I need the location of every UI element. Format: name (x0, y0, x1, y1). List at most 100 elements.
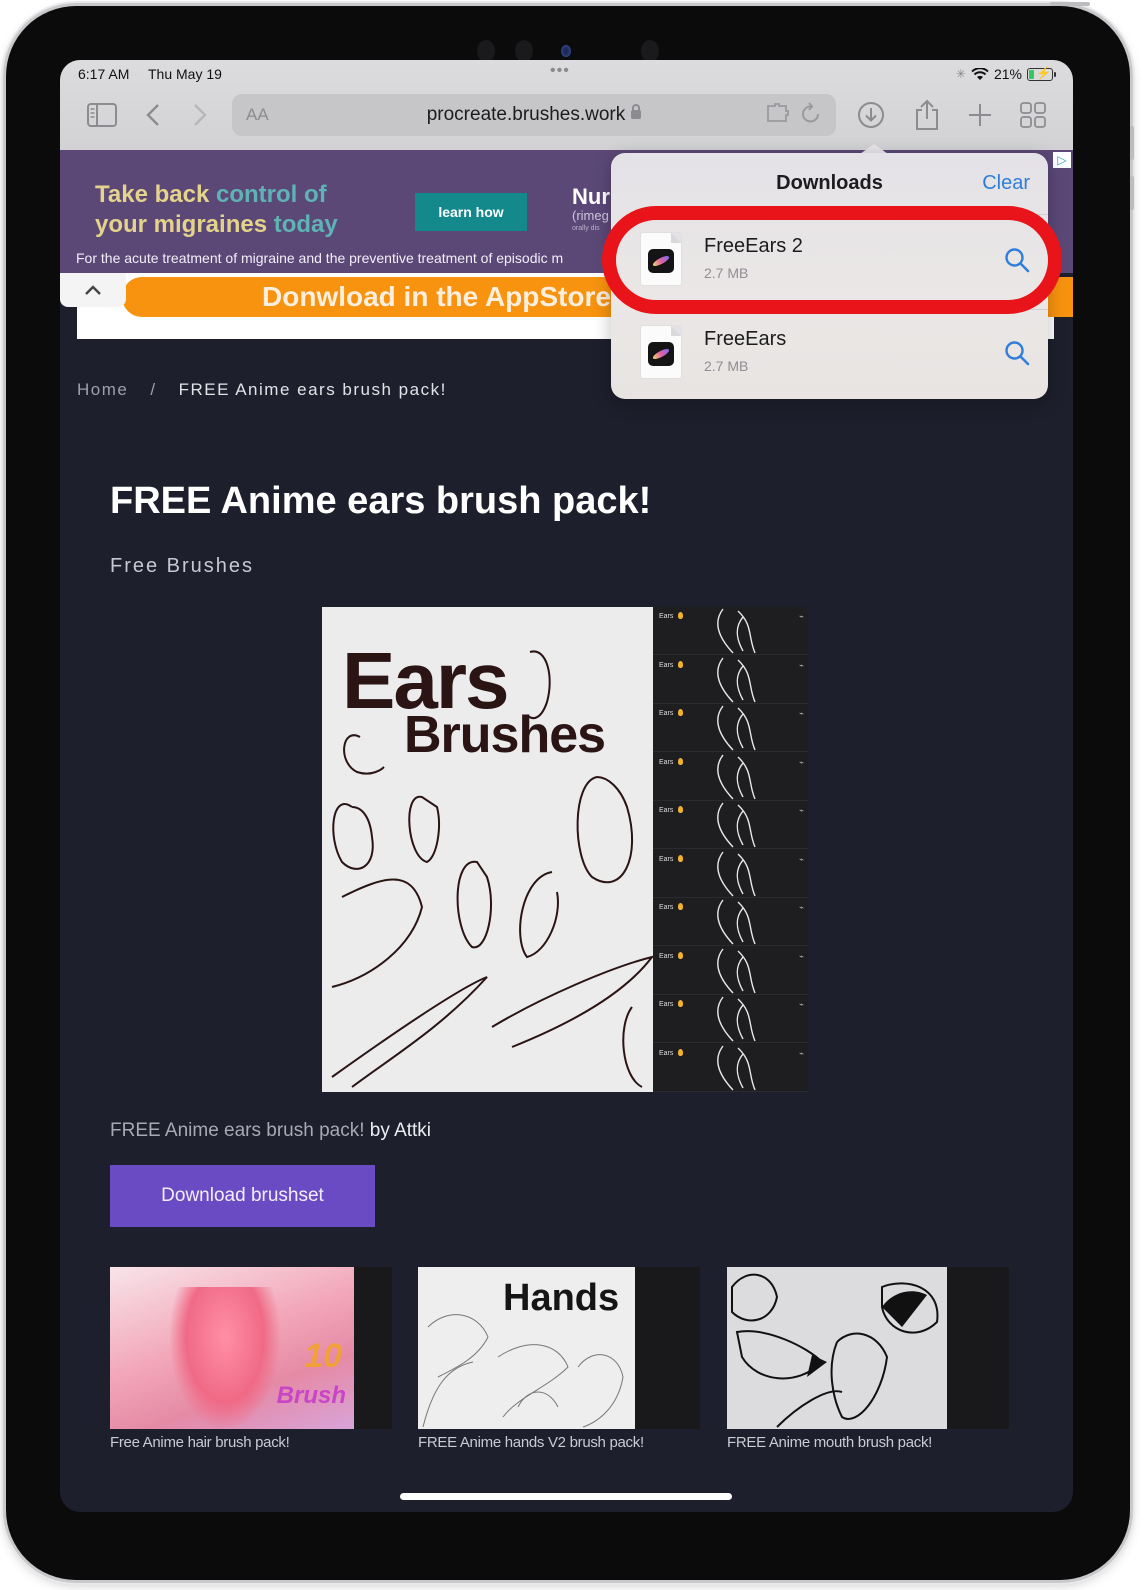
download-item[interactable]: FreeEars 2.7 MB (611, 310, 1048, 402)
download-item-name: FreeEars 2 (704, 235, 803, 257)
volume-up-button (1130, 126, 1134, 160)
clear-downloads-button[interactable]: Clear (982, 172, 1030, 195)
mouth-sketch-illustration (731, 1273, 939, 1428)
brush-stroke-preview (717, 705, 756, 751)
ad-headline-part: your migraines (95, 211, 274, 238)
ad-learn-how-button[interactable]: learn how (415, 193, 527, 231)
brush-row-label: Ears (659, 807, 674, 814)
show-in-files-icon[interactable] (1004, 247, 1030, 273)
related-thumbnail[interactable] (727, 1267, 1009, 1429)
related-card-hair[interactable]: 10 Brush Free Anime hair brush pack! (110, 1267, 392, 1451)
brush-stroke-icon: ⌁ (799, 1048, 804, 1058)
procreate-file-icon (641, 326, 681, 378)
credit-author[interactable]: by Attki (370, 1120, 431, 1141)
status-bar: 6:17 AM Thu May 19 ••• ✳ 21% ⚡ (60, 62, 1073, 84)
ad-headline-part: today (273, 211, 338, 238)
procreate-file-icon (641, 233, 681, 285)
brush-row-label: Ears (659, 613, 674, 620)
forward-icon (194, 104, 207, 126)
download-item-size: 2.7 MB (704, 358, 749, 374)
volume-down-button (1130, 176, 1134, 210)
brush-library-row: Ears ⌁ (653, 850, 808, 898)
sidebar-toggle-button[interactable] (85, 98, 119, 132)
back-button[interactable] (143, 98, 163, 132)
top-button (1050, 2, 1090, 6)
download-item[interactable]: FreeEars 2 2.7 MB (611, 217, 1048, 309)
home-indicator[interactable] (400, 1493, 732, 1500)
brush-stroke-icon: ⌁ (799, 854, 804, 864)
hands-cover-art: Hands (418, 1267, 635, 1429)
brush-stroke-preview (717, 657, 756, 702)
mouth-brush-strip (947, 1267, 1009, 1429)
sensor-icon (477, 40, 495, 62)
breadcrumb-home-link[interactable]: Home (77, 380, 128, 399)
status-indicators: ✳ 21% ⚡ (956, 65, 1056, 82)
download-brushset-button[interactable]: Download brushset (110, 1165, 375, 1227)
brush-stroke-preview (717, 754, 756, 799)
credit-line: FREE Anime ears brush pack! by Attki (110, 1120, 431, 1142)
ear-emoji-icon (678, 1000, 683, 1007)
extension-button[interactable] (766, 103, 790, 129)
procreate-app-icon (648, 342, 674, 366)
ad-headline-part: Take back (95, 181, 216, 208)
collapse-ad-button[interactable] (60, 273, 126, 307)
brush-library-row: Ears ⌁ (653, 898, 808, 946)
related-thumbnail[interactable]: 10 Brush (110, 1267, 392, 1429)
tab-overview-icon (1020, 102, 1046, 128)
brush-row-label: Ears (659, 710, 674, 717)
related-card-hands[interactable]: Hands FREE Anime hands V2 brush pack! (418, 1267, 700, 1451)
ad-disclaimer: For the acute treatment of migraine and … (76, 250, 564, 266)
front-camera-icon (561, 45, 571, 57)
multitasking-dots[interactable]: ••• (550, 62, 570, 80)
hair-cover-number: 10 (304, 1337, 342, 1375)
hero-brush-library: Ears ⌁ Ears ⌁ Ears ⌁ Ears ⌁ Ears ⌁ Ears ⌁ Ears ⌁ Ears ⌁… (653, 607, 808, 1092)
battery-icon: ⚡ (1027, 65, 1056, 81)
extension-icon (767, 103, 789, 122)
brush-library-row: Ears ⌁ (653, 995, 808, 1043)
ad-brand: Nur (572, 184, 610, 209)
address-bar[interactable]: AA procreate.brushes.work (232, 94, 836, 136)
brush-stroke-preview (717, 851, 756, 896)
charging-bolt-icon: ⚡ (1036, 65, 1051, 80)
brush-library-row: Ears ⌁ (653, 947, 808, 995)
breadcrumb: Home / FREE Anime ears brush pack! (77, 380, 447, 400)
ear-emoji-icon (678, 854, 683, 862)
share-button[interactable] (912, 98, 942, 132)
brush-stroke-icon: ⌁ (799, 660, 804, 670)
reload-icon (802, 102, 819, 123)
related-thumbnail[interactable]: Hands (418, 1267, 700, 1429)
brush-row-label: Ears (659, 1001, 674, 1008)
ad-headline-part: control of (215, 181, 327, 208)
sidebar-icon (87, 103, 117, 127)
ear-emoji-icon (678, 903, 683, 910)
status-time: 6:17 AM (78, 66, 130, 82)
forward-button[interactable] (190, 98, 210, 132)
new-tab-button[interactable] (965, 98, 995, 132)
brush-library-row: Ears ⌁ (653, 607, 808, 655)
reload-button[interactable] (800, 101, 822, 131)
hair-cover-art: 10 Brush (110, 1267, 354, 1429)
battery-percent: 21% (993, 66, 1022, 82)
show-in-files-icon[interactable] (1004, 340, 1030, 366)
divider (704, 214, 1048, 215)
related-caption[interactable]: Free Anime hair brush pack! (110, 1434, 392, 1451)
hands-brush-strip (635, 1267, 700, 1429)
brush-stroke-icon: ⌁ (799, 806, 804, 815)
brush-stroke-icon: ⌁ (799, 903, 804, 912)
downloads-button[interactable] (856, 98, 886, 132)
related-caption[interactable]: FREE Anime mouth brush pack! (727, 1434, 1009, 1451)
category-label[interactable]: Free Brushes (110, 555, 254, 578)
brush-stroke-icon: ⌁ (799, 951, 804, 961)
adchoices-icon[interactable]: ▷ (1053, 152, 1071, 168)
related-card-mouth[interactable]: FREE Anime mouth brush pack! (727, 1267, 1009, 1451)
ear-emoji-icon (678, 806, 683, 813)
tab-overview-button[interactable] (1018, 98, 1048, 132)
hair-cover-label: Brush (276, 1382, 346, 1409)
brush-stroke-preview (717, 948, 756, 993)
brush-stroke-icon: ⌁ (799, 1000, 804, 1009)
anime-character-illustration (170, 1287, 280, 1429)
related-caption[interactable]: FREE Anime hands V2 brush pack! (418, 1434, 700, 1451)
camera-array (0, 18, 1148, 62)
screen: 6:17 AM Thu May 19 ••• ✳ 21% ⚡ AA procre… (60, 60, 1073, 1512)
new-tab-icon (969, 104, 991, 126)
